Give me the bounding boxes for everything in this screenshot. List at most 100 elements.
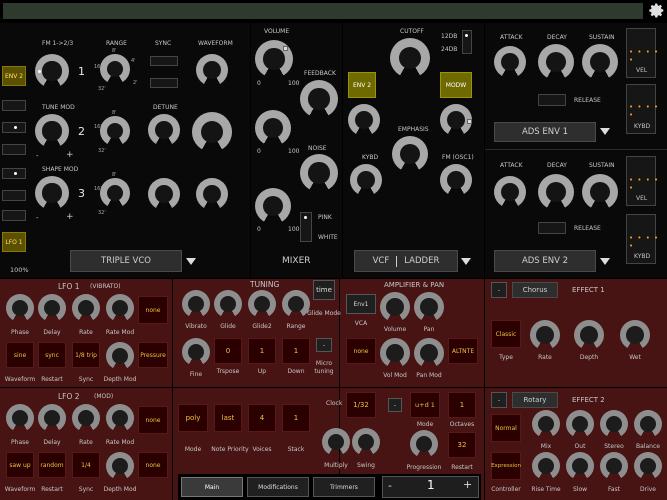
lfo1-pressure-source[interactable]: Pressure: [138, 342, 168, 368]
restart-select[interactable]: 32: [448, 432, 476, 458]
fx2-balance-knob[interactable]: [634, 410, 662, 438]
micro-tuning-button[interactable]: -: [316, 338, 332, 352]
fx2-mix-knob[interactable]: [532, 410, 560, 438]
sustain-knob-1[interactable]: [582, 44, 618, 80]
lfo1-sync-select[interactable]: 1/8 trip: [72, 342, 100, 368]
fx1-rate-knob[interactable]: [530, 320, 560, 350]
range-knob[interactable]: [282, 290, 310, 318]
lfo2-restart-select[interactable]: random: [38, 452, 66, 478]
volume-3-knob[interactable]: [255, 188, 291, 224]
stepper-plus-button[interactable]: +: [463, 478, 472, 491]
fx2-drive-knob[interactable]: [634, 452, 662, 480]
fine-knob[interactable]: [182, 338, 210, 366]
pan-mod-knob[interactable]: [414, 338, 444, 368]
vca-env-select[interactable]: Env1: [346, 294, 376, 314]
lfo2-depth-source[interactable]: none: [138, 452, 168, 478]
fx1-wet-knob[interactable]: [620, 320, 650, 350]
glide-knob[interactable]: [214, 290, 242, 318]
vibrato-knob[interactable]: [182, 290, 210, 318]
amp-volume-knob[interactable]: [380, 292, 410, 322]
fm-osc1-knob[interactable]: [440, 164, 472, 196]
clock-select[interactable]: 1/32: [346, 392, 376, 418]
env-amount-knob[interactable]: [348, 104, 380, 136]
main-tab[interactable]: Main: [181, 477, 243, 497]
lfo1-phase-knob[interactable]: [6, 294, 34, 322]
multiply-knob[interactable]: [322, 428, 350, 456]
lfo1-waveform-select[interactable]: sine: [6, 342, 34, 368]
mod-switch-3[interactable]: [2, 144, 26, 155]
lfo2-depthmod-knob[interactable]: [106, 452, 134, 480]
mod-switch-6[interactable]: [2, 210, 26, 221]
chevron-down-icon[interactable]: [600, 128, 610, 135]
glide-mode-select[interactable]: time: [313, 280, 335, 300]
attack-knob-1[interactable]: [494, 46, 526, 78]
fx2-toggle-button[interactable]: -: [491, 392, 507, 408]
noise-knob[interactable]: [300, 154, 338, 192]
lfo1-depthmod-knob[interactable]: [106, 342, 134, 370]
lfo1-ratemod-source[interactable]: none: [138, 296, 168, 324]
fx1-select[interactable]: Chorus: [512, 282, 558, 298]
swing-knob[interactable]: [352, 428, 380, 456]
arp-mode-select[interactable]: u+d 1: [410, 392, 440, 418]
detune-knob[interactable]: [148, 114, 180, 146]
decay-knob-1[interactable]: [538, 44, 574, 80]
vcf-env2-button[interactable]: ENV 2: [348, 72, 376, 98]
range-1-knob[interactable]: [100, 54, 130, 84]
arp-toggle-button[interactable]: -: [388, 398, 402, 412]
shape-mod-knob[interactable]: [35, 176, 69, 210]
mod-switch-1[interactable]: [2, 100, 26, 111]
vol-mod-knob[interactable]: [380, 338, 410, 368]
decay-knob-2[interactable]: [538, 174, 574, 210]
fx1-toggle-button[interactable]: -: [491, 282, 507, 298]
lfo1-restart-select[interactable]: sync: [38, 342, 66, 368]
lfo2-ratemod-knob[interactable]: [106, 404, 134, 432]
vcf-type-select[interactable]: VCF LADDER: [354, 250, 458, 272]
cutoff-knob[interactable]: [390, 38, 430, 78]
waveform-2-knob[interactable]: [192, 112, 232, 152]
stepper-minus-button[interactable]: -: [388, 479, 392, 492]
lfo1-rate-knob[interactable]: [72, 294, 100, 322]
sustain-knob-2[interactable]: [582, 174, 618, 210]
fx2-out-knob[interactable]: [566, 410, 594, 438]
env1-select[interactable]: ADS ENV 1: [494, 122, 596, 142]
feedback-knob[interactable]: [300, 80, 338, 118]
chevron-down-icon[interactable]: [461, 258, 471, 265]
trspose-value[interactable]: 0: [214, 338, 242, 364]
tune-mod-knob[interactable]: [35, 114, 69, 148]
lfo1-button[interactable]: LFO 1: [2, 232, 26, 252]
kybd-knob[interactable]: [350, 164, 382, 196]
fx2-slow-knob[interactable]: [566, 452, 594, 480]
modifications-tab[interactable]: Modifications: [247, 477, 309, 497]
voices-select[interactable]: 4: [248, 404, 276, 432]
fx2-mode-select[interactable]: Normal: [491, 414, 521, 442]
lfo2-phase-knob[interactable]: [6, 404, 34, 432]
release-switch-2[interactable]: [538, 222, 566, 234]
vol-mod-source[interactable]: none: [346, 338, 376, 364]
modw-button[interactable]: MODW: [440, 72, 472, 98]
mod-switch-5[interactable]: [2, 190, 26, 201]
fx2-rise-knob[interactable]: [532, 452, 560, 480]
fx2-stereo-knob[interactable]: [600, 410, 628, 438]
waveform-3-knob[interactable]: [196, 178, 228, 210]
gear-icon[interactable]: [648, 2, 665, 19]
pan-knob[interactable]: [414, 292, 444, 322]
fx1-depth-knob[interactable]: [574, 320, 604, 350]
emphasis-knob[interactable]: [392, 136, 428, 172]
release-switch-1[interactable]: [538, 94, 566, 106]
progression-knob[interactable]: [410, 430, 438, 458]
lfo2-sync-select[interactable]: 1/4: [72, 452, 100, 478]
env2-select[interactable]: ADS ENV 2: [494, 250, 596, 272]
sync-switch-2[interactable]: [150, 78, 178, 88]
lfo1-delay-knob[interactable]: [38, 294, 66, 322]
waveform-1-knob[interactable]: [196, 54, 228, 86]
chevron-down-icon[interactable]: [600, 258, 610, 265]
voice-mode-select[interactable]: poly: [178, 404, 208, 432]
sync-switch-1[interactable]: [150, 56, 178, 66]
stack-select[interactable]: 1: [282, 404, 310, 432]
lfo2-waveform-select[interactable]: saw up: [6, 452, 34, 478]
volume-2-knob[interactable]: [255, 110, 291, 146]
detune-3-knob[interactable]: [148, 178, 180, 210]
attack-knob-2[interactable]: [494, 176, 526, 208]
vco-type-select[interactable]: TRIPLE VCO: [70, 250, 182, 272]
range-2-knob[interactable]: [100, 116, 130, 146]
